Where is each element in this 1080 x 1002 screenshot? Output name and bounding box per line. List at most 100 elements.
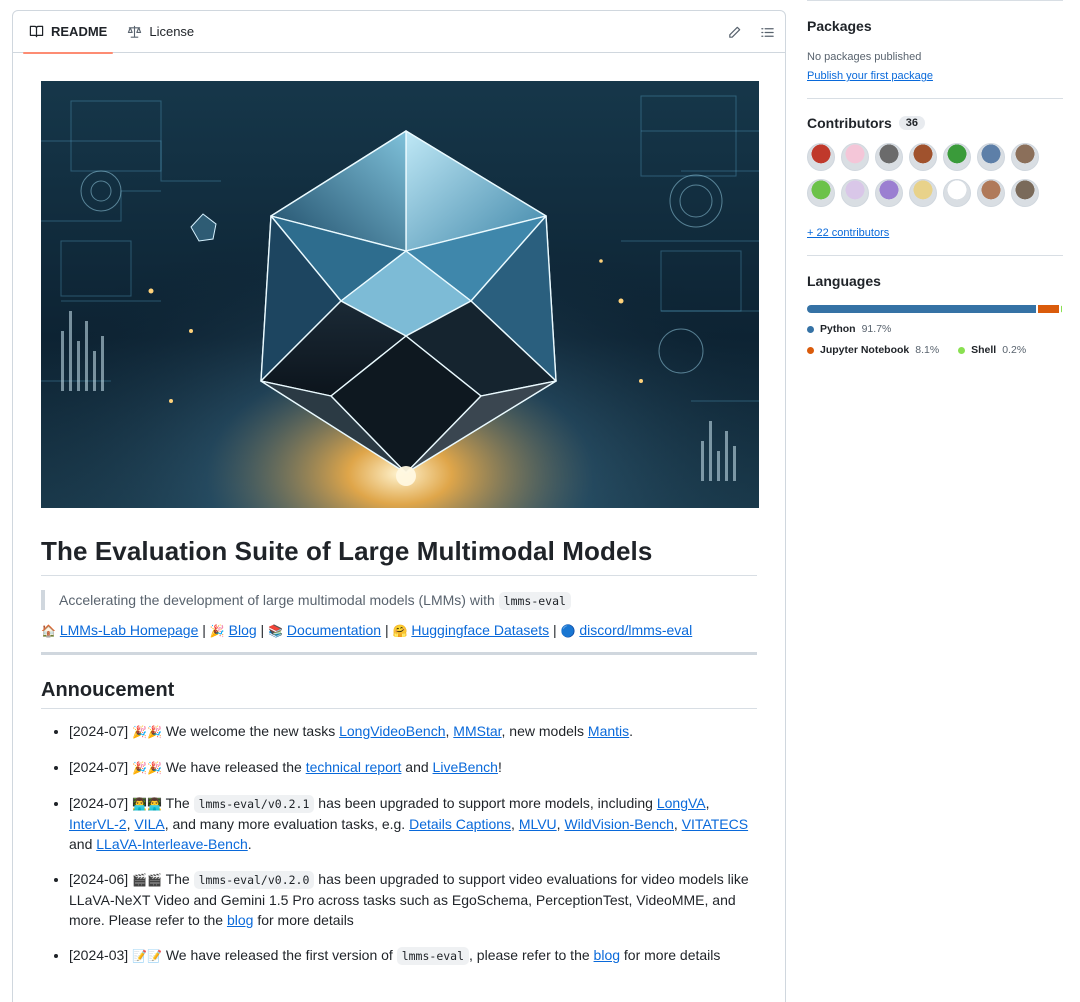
- technologist-emoji-icon: 👨‍💻👨‍💻: [132, 797, 162, 811]
- list-item: [2024-06] 🎬🎬 The lmms-eval/v0.2.0 has be…: [69, 869, 757, 930]
- tab-readme-label: README: [51, 24, 108, 39]
- language-bar-segment: [1038, 305, 1059, 313]
- announcement-heading: Annoucement: [41, 679, 757, 709]
- language-name: Python: [820, 323, 856, 335]
- news-date: [2024-07]: [69, 759, 129, 775]
- language-percent: 0.2%: [1002, 344, 1027, 356]
- party-emoji-icon: 🎉: [209, 624, 225, 638]
- language-shell[interactable]: Shell 0.2%: [958, 344, 1026, 356]
- link-mmstar[interactable]: MMStar: [453, 723, 501, 739]
- contributor-avatar[interactable]: [977, 179, 1005, 207]
- link-vila[interactable]: VILA: [134, 816, 164, 832]
- inline-code: lmms-eval: [396, 947, 470, 965]
- link-longva[interactable]: LongVA: [657, 795, 706, 811]
- news-text: , new models: [501, 723, 585, 739]
- list-item: [2024-07] 👨‍💻👨‍💻 The lmms-eval/v0.2.1 ha…: [69, 793, 757, 854]
- news-text: and: [69, 836, 93, 852]
- contributors-label: Contributors: [807, 115, 892, 131]
- contributors-section: Contributors 36 + 22 contributors: [807, 99, 1063, 241]
- link-separator: |: [260, 622, 265, 638]
- memo-emoji-icon: 📝📝: [132, 949, 162, 963]
- link-separator: |: [202, 622, 206, 638]
- link-homepage[interactable]: LMMs-Lab Homepage: [60, 622, 199, 638]
- languages-section: Languages Python 91.7% Jupyter Notebook …: [807, 256, 1063, 365]
- link-mantis[interactable]: Mantis: [588, 723, 629, 739]
- list-item: [2024-07] 🎉🎉 We welcome the new tasks Lo…: [69, 721, 757, 742]
- list-item: [2024-07] 🎉🎉 We have released the techni…: [69, 757, 757, 778]
- readme-blockquote: Accelerating the development of large mu…: [41, 590, 757, 610]
- tab-license[interactable]: License: [117, 11, 204, 53]
- contributor-avatar[interactable]: [807, 179, 835, 207]
- readme-tabbar: README License: [13, 11, 785, 54]
- contributor-avatar[interactable]: [807, 143, 835, 171]
- link-internvl2[interactable]: InterVL-2: [69, 816, 127, 832]
- language-jupyter[interactable]: Jupyter Notebook 8.1%: [807, 344, 939, 356]
- inline-code: lmms-eval/v0.2.0: [193, 871, 315, 889]
- news-text: We have released the first version of: [165, 947, 393, 963]
- list-item: [2024-03] 📝📝 We have released the first …: [69, 945, 757, 966]
- languages-heading: Languages: [807, 273, 881, 289]
- jupyter-dot-icon: [807, 346, 814, 354]
- news-text: We have released the: [165, 759, 302, 775]
- contributor-avatar[interactable]: [875, 143, 903, 171]
- more-contributors-link[interactable]: + 22 contributors: [807, 227, 889, 239]
- readme-title: The Evaluation Suite of Large Multimodal…: [41, 536, 757, 576]
- link-wildvision-bench[interactable]: WildVision-Bench: [564, 816, 673, 832]
- link-details-captions[interactable]: Details Captions: [409, 816, 511, 832]
- news-text: We welcome the new tasks: [165, 723, 336, 739]
- shell-dot-icon: [958, 346, 966, 354]
- hero-image: [41, 81, 759, 508]
- contributor-avatar[interactable]: [909, 143, 937, 171]
- home-emoji-icon: 🏠: [41, 624, 56, 638]
- news-text: for more details: [623, 947, 721, 963]
- news-date: [2024-07]: [69, 723, 129, 739]
- book-icon: [29, 25, 44, 38]
- link-llava-interleave-bench[interactable]: LLaVA-Interleave-Bench: [96, 836, 248, 852]
- link-blog[interactable]: Blog: [229, 622, 257, 638]
- news-text: The: [165, 795, 190, 811]
- link-mlvu[interactable]: MLVU: [519, 816, 557, 832]
- link-vitatecs[interactable]: VITATECS: [682, 816, 748, 832]
- news-text: , and many more evaluation tasks, e.g.: [164, 816, 406, 832]
- news-date: [2024-03]: [69, 947, 129, 963]
- contributor-avatar[interactable]: [1011, 179, 1039, 207]
- news-text: The: [165, 871, 190, 887]
- contributor-avatar[interactable]: [909, 179, 937, 207]
- pencil-icon[interactable]: [727, 25, 742, 40]
- contributor-avatar[interactable]: [841, 179, 869, 207]
- link-documentation[interactable]: Documentation: [287, 622, 381, 638]
- link-discord[interactable]: discord/lmms-eval: [579, 622, 692, 638]
- tab-readme[interactable]: README: [19, 11, 117, 54]
- tab-license-label: License: [149, 24, 195, 39]
- language-bar-segment: [1060, 305, 1061, 313]
- link-longvideobench[interactable]: LongVideoBench: [339, 723, 445, 739]
- link-separator: |: [553, 622, 557, 638]
- contributors-heading[interactable]: Contributors 36: [807, 115, 1063, 131]
- announcement-list: [2024-07] 🎉🎉 We welcome the new tasks Lo…: [41, 721, 757, 966]
- language-name: Shell: [971, 344, 997, 356]
- party-emoji-icon: 🎉🎉: [132, 725, 162, 739]
- news-text: has been upgraded to support more models…: [318, 795, 653, 811]
- language-name: Jupyter Notebook: [820, 344, 910, 356]
- contributor-avatar[interactable]: [841, 143, 869, 171]
- python-dot-icon: [807, 325, 814, 333]
- publish-package-link[interactable]: Publish your first package: [807, 70, 933, 82]
- contributors-count: 36: [898, 116, 926, 130]
- language-percent: 91.7%: [861, 323, 892, 335]
- contributor-avatar[interactable]: [943, 143, 971, 171]
- language-python[interactable]: Python 91.7%: [807, 323, 891, 335]
- contributor-avatar[interactable]: [875, 179, 903, 207]
- link-technical-report[interactable]: technical report: [306, 759, 402, 775]
- quote-text: Accelerating the development of large mu…: [59, 592, 495, 608]
- link-hf-datasets[interactable]: Huggingface Datasets: [411, 622, 549, 638]
- language-list: Python 91.7% Jupyter Notebook 8.1% Shell…: [807, 323, 1063, 365]
- contributor-avatar[interactable]: [1011, 143, 1039, 171]
- contributor-avatar[interactable]: [943, 179, 971, 207]
- link-blog[interactable]: blog: [594, 947, 620, 963]
- outline-list-icon[interactable]: [760, 25, 775, 40]
- contributor-avatar[interactable]: [977, 143, 1005, 171]
- news-text: for more details: [257, 912, 354, 928]
- link-blog[interactable]: blog: [227, 912, 253, 928]
- language-percent: 8.1%: [915, 344, 940, 356]
- link-livebench[interactable]: LiveBench: [433, 759, 498, 775]
